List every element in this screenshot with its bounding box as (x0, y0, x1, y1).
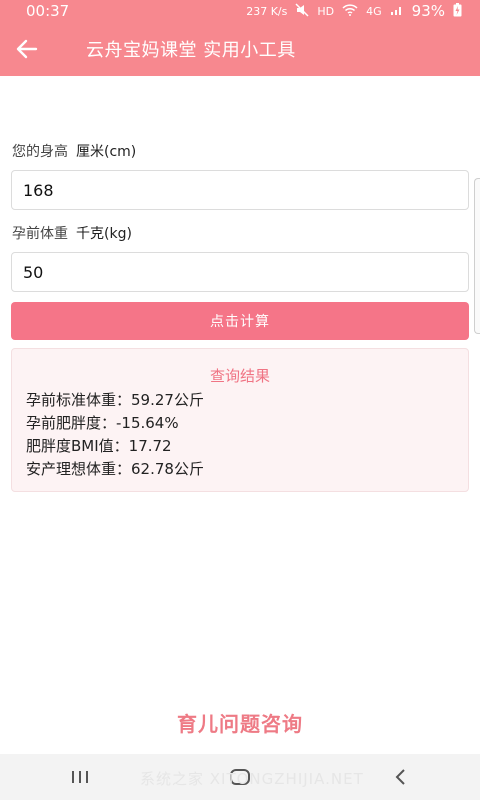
result-title: 查询结果 (209, 367, 270, 385)
hd-badge: HD (317, 4, 335, 18)
mute-icon (295, 2, 309, 20)
app-bar: 云舟宝妈课堂 实用小工具 (0, 22, 480, 76)
result-obesity-degree: 孕前肥胖度：-15.64% (26, 414, 179, 432)
signal-icon (390, 4, 404, 19)
weight-input[interactable]: 50 (11, 252, 469, 292)
status-bar: 00:37 237 K/s HD 4G 93% (0, 0, 480, 22)
recents-icon (72, 771, 88, 783)
arrow-left-icon (16, 39, 38, 59)
back-button[interactable] (0, 22, 54, 76)
weight-label: 孕前体重 (12, 226, 68, 242)
height-label: 您的身高 (12, 144, 68, 160)
result-ideal-weight: 安产理想体重：62.78公斤 (26, 460, 204, 478)
result-standard-weight: 孕前标准体重：59.27公斤 (26, 391, 204, 409)
side-drawer-handle[interactable] (474, 178, 480, 334)
status-icons: 237 K/s HD 4G 93% (246, 2, 462, 20)
watermark: 系统之家 XITONGZHIJIA.NET (140, 770, 364, 788)
page-title: 云舟宝妈课堂 实用小工具 (86, 40, 296, 61)
result-panel: 查询结果 孕前标准体重：59.27公斤 孕前肥胖度：-15.64% 肥胖度BMI… (11, 348, 469, 492)
signal-label: 4G (366, 4, 382, 18)
battery-charging-icon (453, 2, 462, 20)
weight-label-row: 孕前体重 千克(kg) (12, 223, 132, 243)
battery-percent: 93% (411, 2, 445, 20)
network-speed: 237 K/s (246, 4, 288, 18)
height-label-row: 您的身高 厘米(cm) (12, 141, 136, 161)
weight-unit: 千克(kg) (76, 226, 132, 242)
consult-link[interactable]: 育儿问题咨询 (0, 708, 480, 737)
result-bmi: 肥胖度BMI值：17.72 (26, 437, 172, 455)
height-unit: 厘米(cm) (76, 144, 137, 160)
wifi-icon (342, 3, 358, 19)
height-input[interactable]: 168 (11, 170, 469, 210)
recents-button[interactable] (50, 754, 110, 800)
nav-back-button[interactable] (370, 754, 430, 800)
status-time: 00:37 (26, 2, 70, 20)
calculate-button[interactable]: 点击计算 (11, 302, 469, 340)
chevron-left-icon (395, 769, 405, 785)
